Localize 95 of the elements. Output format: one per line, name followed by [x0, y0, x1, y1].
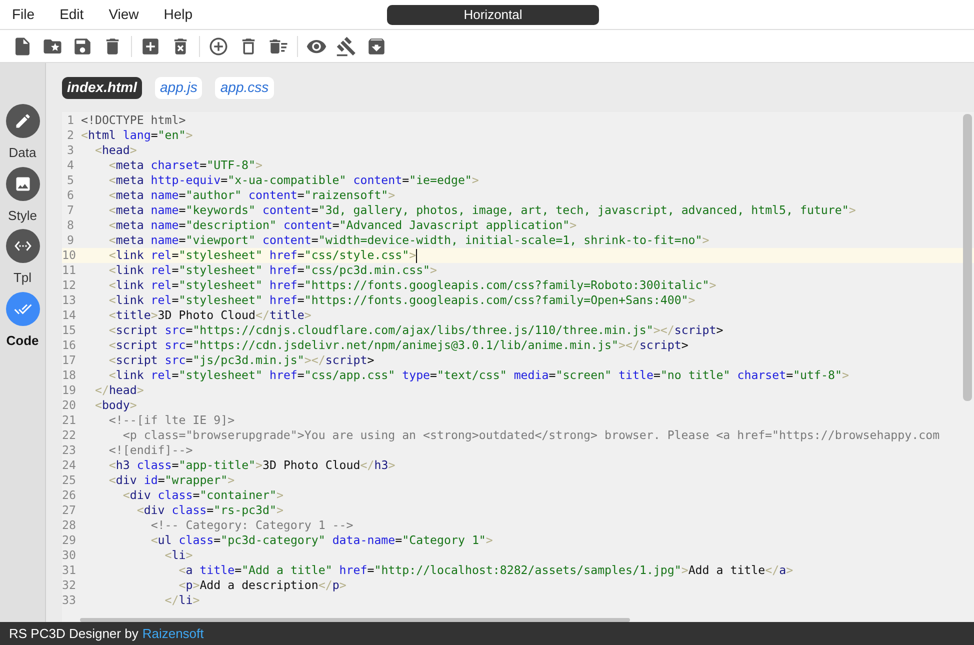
code-line: <![endif]-->: [108, 443, 193, 458]
text-cursor: [416, 248, 418, 262]
line-number: 8: [66, 218, 74, 233]
code-line: <title>3D Photo Cloud</title>: [108, 308, 312, 323]
code-line: <p>Add a description</p>: [178, 578, 346, 593]
line-number: 12: [62, 278, 74, 293]
plus-circle-icon[interactable]: [208, 36, 229, 56]
line-number: 29: [62, 533, 74, 548]
line-number: 18: [62, 368, 74, 383]
code-line: <!DOCTYPE html>: [81, 113, 186, 128]
sidebar-label: Code: [6, 332, 39, 350]
line-number: 27: [62, 503, 74, 518]
line-number: 26: [62, 488, 74, 503]
sidebar-button[interactable]: [6, 229, 40, 263]
code-line: <ul class="pc3d-category" data-name="Category 1">: [150, 533, 493, 548]
line-number: 30: [62, 548, 74, 563]
line-number: 31: [62, 563, 74, 578]
status-text: RS PC3D Designer by: [9, 624, 138, 643]
sidebar-button[interactable]: [6, 166, 40, 200]
code-line: <html lang="en">: [81, 128, 193, 143]
image-icon: [14, 174, 32, 192]
gavel-icon[interactable]: [336, 36, 357, 56]
line-number: 6: [66, 188, 74, 203]
code-line: <link rel="stylesheet" href="https://fonts.googleapis.com/css?family=Open+Sans:400">: [108, 293, 696, 308]
code-line: <div class="rs-pc3d">: [136, 503, 284, 518]
line-number: 19: [62, 383, 74, 398]
code-line: <h3 class="app-title">3D Photo Cloud</h3>: [108, 458, 396, 473]
raizensoft-link[interactable]: Raizensoft: [142, 624, 204, 644]
code-line: <div class="container">: [122, 488, 284, 503]
line-number: 22: [62, 428, 74, 443]
line-number: 23: [62, 443, 74, 458]
menu-item[interactable]: File: [12, 4, 35, 25]
code-line: <link rel="stylesheet" href="css/app.css" type="text/css" media="screen" title="no title" charset="utf-8">: [108, 368, 849, 383]
code-line: </head>: [94, 383, 144, 398]
code-line: <link rel="stylesheet" href="css/style.css">: [108, 248, 416, 263]
code-editor[interactable]: [62, 112, 974, 622]
sidebar-label: Tpl: [13, 269, 32, 287]
line-number: 25: [62, 473, 74, 488]
line-number: 1: [66, 113, 74, 128]
code-line: <meta http-equiv="x-ua-compatible" content="ie=edge">: [108, 173, 479, 188]
menu-item[interactable]: Edit: [60, 4, 84, 25]
plus-square-icon[interactable]: [140, 36, 161, 56]
code-line: <!--[if lte IE 9]>: [108, 413, 235, 428]
code-line: <li>: [164, 548, 193, 563]
line-number: 7: [66, 203, 74, 218]
code-line: <script src="https://cdn.jsdelivr.net/npm/animejs@3.0.1/lib/anime.min.js"></script>: [108, 338, 688, 353]
code-line: <!-- Category: Category 1 -->: [150, 518, 354, 533]
line-number: 5: [66, 173, 74, 188]
save-icon[interactable]: [72, 36, 93, 56]
line-number: 20: [62, 398, 74, 413]
line-number: 33: [62, 593, 74, 608]
sidebar-button[interactable]: [6, 292, 40, 326]
line-number: 13: [62, 293, 74, 308]
code-line: <a title="Add a title" href="http://localhost:8282/assets/samples/1.jpg">Add a title</a>: [178, 563, 794, 578]
file-tab[interactable]: index.html: [62, 76, 142, 98]
horizontal-scrollbar[interactable]: [80, 618, 630, 622]
pencil-icon: [14, 112, 32, 130]
code-line: <body>: [94, 398, 137, 413]
line-number: 28: [62, 518, 74, 533]
code-line: <script src="https://cdnjs.cloudflare.com/ajax/libs/three.js/110/three.min.js"></script>: [108, 323, 724, 338]
line-number: 24: [62, 458, 74, 473]
code-line: <link rel="stylesheet" href="css/pc3d.min.css">: [108, 263, 438, 278]
line-number: 3: [66, 143, 74, 158]
code-line: <div id="wrapper">: [108, 473, 235, 488]
menu-item[interactable]: View: [108, 4, 139, 25]
sidebar-label: Style: [8, 206, 37, 225]
code-line: <meta name="description" content="Advanced Javascript application">: [108, 218, 577, 233]
code-line: <p class="browserupgrade">You are using an <strong>outdated</strong> browser. Please <a href="https://browsehappy.com: [122, 428, 940, 443]
line-number: 10: [62, 248, 74, 263]
archive-icon[interactable]: [366, 36, 387, 56]
vertical-scrollbar[interactable]: [963, 114, 972, 401]
line-number: 16: [62, 338, 74, 353]
code-line: <script src="js/pc3d.min.js"></script>: [108, 353, 374, 368]
sidebar-button[interactable]: [6, 104, 40, 138]
line-number: 15: [62, 323, 74, 338]
line-number: 32: [62, 578, 74, 593]
code-line: <meta name="keywords" content="3d, gallery, photos, image, art, tech, javascript, advanced, html5, future">: [108, 203, 856, 218]
line-number: 17: [62, 353, 74, 368]
line-number: 2: [66, 128, 74, 143]
code-line: <head>: [94, 143, 137, 158]
file-tab[interactable]: app.js: [155, 76, 202, 98]
code-line: <meta name="viewport" content="width=device-width, initial-scale=1, shrink-to-fit=no">: [108, 233, 710, 248]
file-tab[interactable]: app.css: [215, 76, 274, 98]
code-line: </li>: [164, 593, 200, 608]
code-line: <link rel="stylesheet" href="https://fonts.googleapis.com/css?family=Roboto:300italic">: [108, 278, 716, 293]
line-number: 14: [62, 308, 74, 323]
line-number: 4: [66, 158, 74, 173]
code-line: <meta charset="UTF-8">: [108, 158, 263, 173]
code-line: <meta name="author" content="raizensoft">: [108, 188, 396, 203]
line-number: 11: [62, 263, 74, 278]
line-number: 9: [66, 233, 74, 248]
line-number: 21: [62, 413, 74, 428]
layout-title: Horizontal: [387, 5, 599, 25]
sidebar-label: Data: [8, 144, 36, 162]
menu-item[interactable]: Help: [164, 4, 193, 25]
